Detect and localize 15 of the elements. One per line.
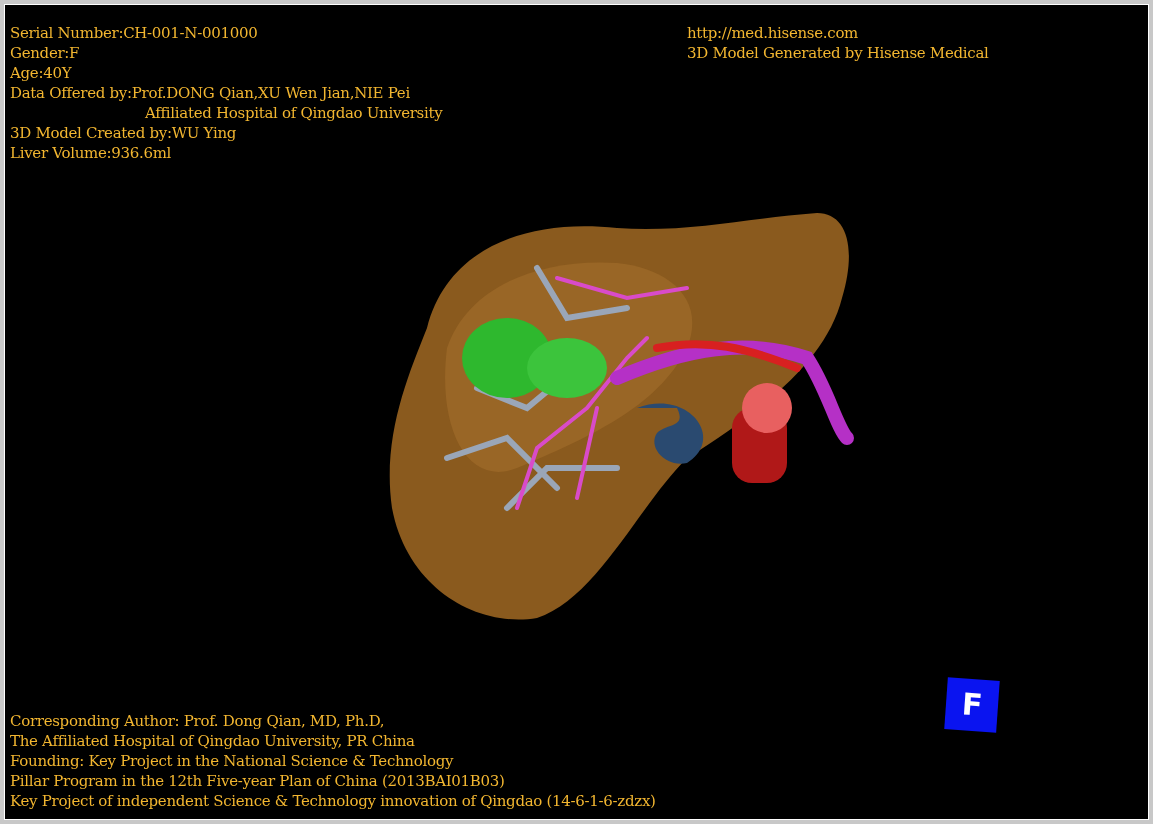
info-text: Liver Volume:936.6ml (10, 143, 173, 163)
info-text: The Affiliated Hospital of Qingdao University, PR China (10, 731, 416, 751)
info-text: Age:40Y (10, 63, 73, 83)
info-text: Key Project of independent Science & Technology innovation of Qingdao (14-6-1-6-zdzx) (10, 791, 656, 811)
info-text: Affiliated Hospital of Qingdao University (144, 103, 443, 123)
info-text: Serial Number:CH-001-N-001000 (10, 23, 259, 43)
info-text: Gender:F (10, 43, 81, 63)
info-text: Founding: Key Project in the National Science & Technology (10, 751, 455, 771)
model-caption: 3D Model Generated by Hisense Medical (687, 43, 989, 63)
website-link[interactable]: http://med.hisense.com (687, 23, 859, 43)
info-text: 3D Model Created by:WU Ying (10, 123, 238, 143)
info-text: Data Offered by:Prof.DONG Qian,XU Wen Jian,NIE Pei (10, 83, 411, 103)
orientation-cube[interactable]: F (944, 677, 1000, 733)
info-text: Corresponding Author: Prof. Dong Qian, MD, Ph.D, (10, 711, 386, 731)
info-text: Pillar Program in the 12th Five-year Plan of China (2013BAI01B03) (10, 771, 506, 791)
